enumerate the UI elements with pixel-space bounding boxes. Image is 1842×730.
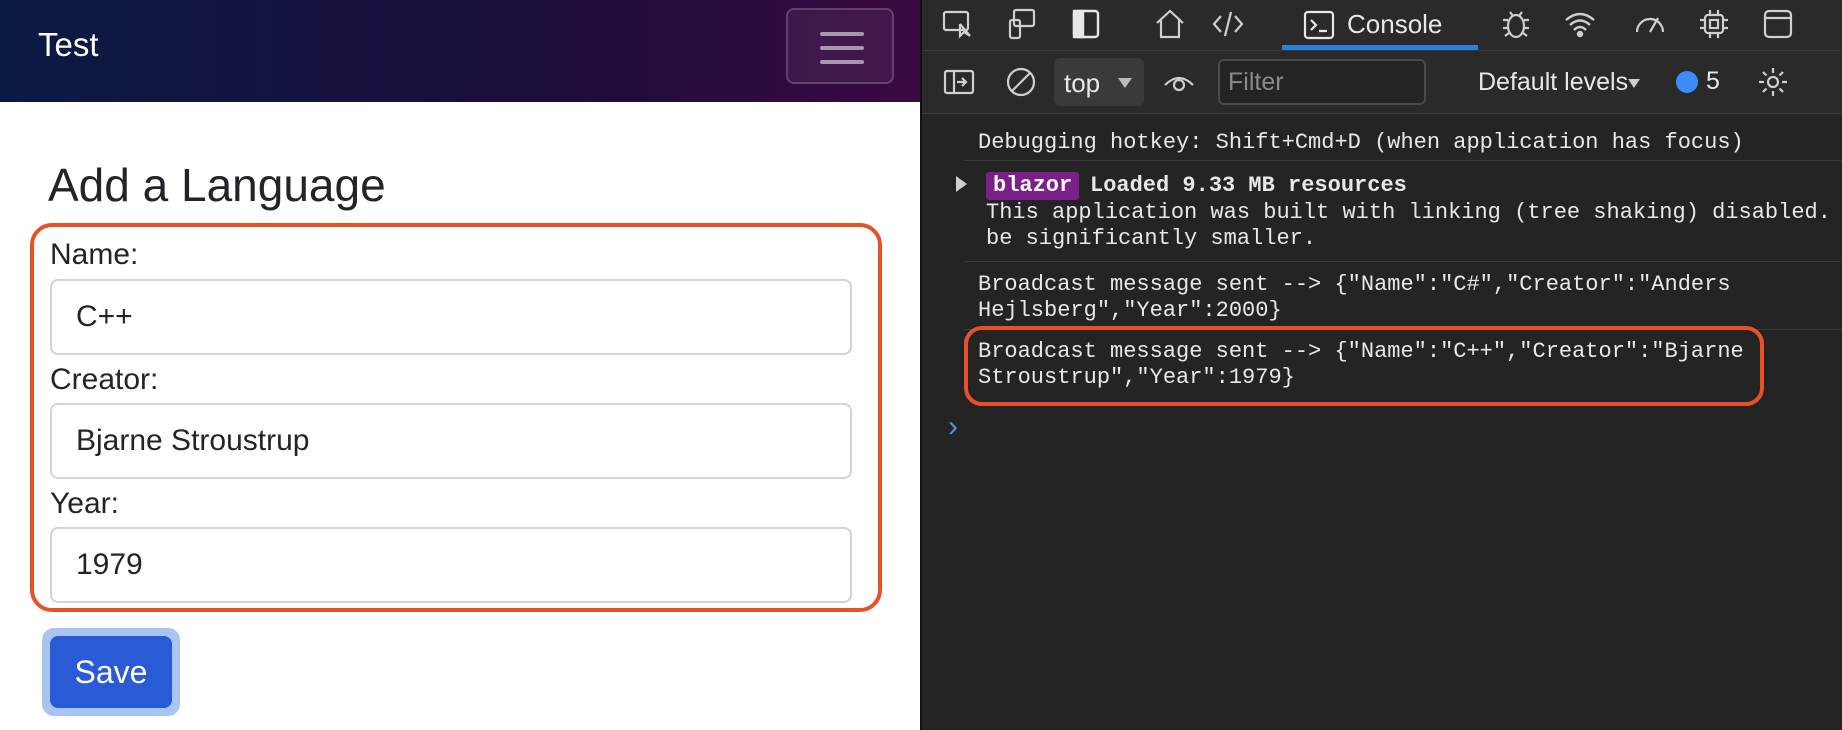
clear-console-icon[interactable] [1004, 65, 1038, 99]
gear-icon[interactable] [1756, 65, 1790, 99]
log-levels-dropdown[interactable]: Default levels [1478, 68, 1628, 97]
debug-icon[interactable] [1498, 6, 1534, 42]
creator-input[interactable] [50, 403, 852, 479]
save-button[interactable]: Save [50, 636, 172, 708]
tab-console[interactable]: Console [1282, 0, 1478, 50]
console-toolbar: top Default levels 5 [920, 50, 1842, 114]
hamburger-line [820, 60, 864, 64]
console-message: Broadcast message sent --> {"Name":"C#",… [978, 272, 1731, 297]
console-separator [964, 160, 1842, 161]
filter-input[interactable] [1218, 59, 1426, 105]
dock-icon[interactable] [1068, 6, 1104, 42]
sources-icon[interactable] [1210, 6, 1246, 42]
blazor-badge: blazor [986, 172, 1080, 200]
eye-icon[interactable] [1162, 65, 1196, 99]
expand-triangle-icon[interactable] [956, 176, 967, 192]
memory-icon[interactable] [1696, 6, 1732, 42]
year-label: Year: [50, 487, 119, 520]
message-highlight-box [964, 326, 1764, 406]
brand-title[interactable]: Test [38, 26, 99, 64]
chevron-down-icon [1118, 78, 1132, 88]
network-icon[interactable] [1562, 6, 1598, 42]
name-input[interactable] [50, 279, 852, 355]
console-separator [964, 261, 1842, 262]
name-label: Name: [50, 238, 139, 271]
context-value: top [1064, 68, 1101, 98]
performance-icon[interactable] [1632, 6, 1668, 42]
element-picker-icon[interactable] [940, 6, 976, 42]
hamburger-menu-button[interactable] [786, 8, 894, 84]
console-message: be significantly smaller. [986, 226, 1317, 251]
console-message: Loaded 9.33 MB resources [1090, 173, 1407, 198]
device-mode-icon[interactable] [1004, 6, 1040, 42]
console-message: This application was built with linking … [986, 200, 1831, 225]
message-count[interactable]: 5 [1706, 67, 1720, 96]
app-header: Test [0, 0, 920, 102]
pane-divider[interactable] [920, 0, 922, 730]
tab-console-label: Console [1347, 9, 1443, 39]
app-pane: Test Add a Language Name: Creator: Year:… [0, 0, 920, 730]
year-input[interactable] [50, 527, 852, 603]
devtools-tabbar: Console [920, 0, 1842, 50]
sidebar-toggle-icon[interactable] [942, 65, 976, 99]
context-selector[interactable]: top [1054, 58, 1144, 106]
hamburger-line [820, 46, 864, 50]
console-message: Debugging hotkey: Shift+Cmd+D (when appl… [978, 130, 1744, 155]
console-prompt[interactable]: › [948, 410, 958, 444]
window-icon[interactable] [1760, 6, 1796, 42]
creator-label: Creator: [50, 363, 159, 396]
home-icon[interactable] [1152, 6, 1188, 42]
chevron-down-icon [1628, 79, 1640, 88]
hamburger-line [820, 32, 864, 36]
message-bubble-icon [1676, 71, 1698, 93]
console-message: Hejlsberg","Year":2000} [978, 298, 1282, 323]
console-output: Debugging hotkey: Shift+Cmd+D (when appl… [920, 114, 1842, 730]
console-icon [1302, 8, 1336, 42]
devtools-pane: Console top Filter Default levels 5 Debu… [920, 0, 1842, 730]
page-title: Add a Language [48, 159, 386, 211]
